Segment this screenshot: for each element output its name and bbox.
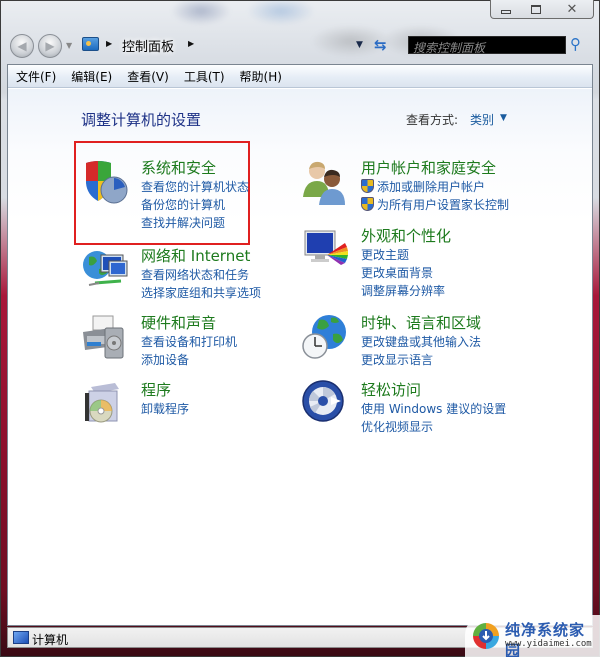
watermark-title: 纯净系统家园	[505, 621, 586, 657]
category-title-network-internet[interactable]: 网络和 Internet	[141, 245, 250, 266]
menu-view[interactable]: 查看(V)	[127, 68, 169, 85]
control-panel-icon	[82, 37, 99, 51]
link-uninstall-program[interactable]: 卸载程序	[141, 400, 189, 417]
link-add-remove-accounts-label: 添加或删除用户帐户	[377, 180, 486, 194]
ease-of-access-icon	[302, 380, 344, 422]
printer-speaker-icon	[83, 315, 124, 359]
minimize-button[interactable]	[491, 0, 521, 18]
computer-icon	[13, 631, 29, 644]
caption-buttons: ✕	[490, 0, 594, 19]
client-area: 文件(F) 编辑(E) 查看(V) 工具(T) 帮助(H) 调整计算机的设置 查…	[7, 64, 593, 626]
shield-pie-icon	[86, 161, 128, 204]
breadcrumb-separator-icon[interactable]: ▶	[106, 39, 112, 48]
link-view-network-status[interactable]: 查看网络状态和任务	[141, 266, 249, 283]
link-change-theme[interactable]: 更改主题	[361, 246, 409, 263]
link-adjust-resolution[interactable]: 调整屏幕分辨率	[361, 282, 445, 299]
category-title-appearance[interactable]: 外观和个性化	[361, 225, 451, 246]
program-box-icon	[85, 383, 119, 423]
breadcrumb-control-panel[interactable]: 控制面板	[122, 36, 174, 55]
monitor-palette-icon	[304, 230, 348, 265]
status-text: 计算机	[32, 633, 69, 647]
forward-arrow-icon: ▶	[45, 39, 55, 53]
category-title-hardware-sound[interactable]: 硬件和声音	[141, 312, 216, 333]
link-windows-recommended-settings[interactable]: 使用 Windows 建议的设置	[361, 400, 506, 417]
menu-help[interactable]: 帮助(H)	[240, 68, 282, 85]
refresh-icon[interactable]: ⇆	[374, 36, 387, 54]
view-by-label: 查看方式:	[406, 113, 459, 127]
navigation-bar: ◀ ▶ ▼ ▶ 控制面板 ▶ ▼ ⇆ ⚲	[8, 32, 594, 60]
view-by-chevron-down-icon[interactable]: ▼	[500, 113, 507, 123]
close-button[interactable]: ✕	[551, 0, 593, 18]
watermark: 纯净系统家园 www.yidaimei.com	[465, 615, 600, 657]
link-view-computer-status[interactable]: 查看您的计算机状态	[141, 178, 249, 195]
users-icon	[303, 161, 345, 205]
link-change-keyboard-input[interactable]: 更改键盘或其他输入法	[361, 333, 481, 350]
menu-bar: 文件(F) 编辑(E) 查看(V) 工具(T) 帮助(H)	[8, 65, 592, 88]
menu-edit[interactable]: 编辑(E)	[71, 68, 112, 85]
watermark-url: www.yidaimei.com	[505, 639, 592, 649]
maximize-icon	[531, 4, 541, 14]
link-backup-computer[interactable]: 备份您的计算机	[141, 196, 225, 213]
globe-clock-icon	[302, 315, 346, 359]
view-by-dropdown[interactable]: 类别	[470, 111, 494, 128]
link-change-display-language[interactable]: 更改显示语言	[361, 351, 433, 368]
menu-tools[interactable]: 工具(T)	[184, 68, 225, 85]
menu-file[interactable]: 文件(F)	[16, 68, 56, 85]
search-box	[408, 36, 566, 56]
link-add-device[interactable]: 添加设备	[141, 351, 189, 368]
link-find-fix-problems[interactable]: 查找并解决问题	[141, 214, 225, 231]
back-button[interactable]: ◀	[10, 34, 34, 58]
link-devices-printers[interactable]: 查看设备和打印机	[141, 333, 237, 350]
search-icon[interactable]: ⚲	[570, 35, 581, 53]
link-optimize-visual-display[interactable]: 优化视频显示	[361, 418, 433, 435]
category-title-system-security[interactable]: 系统和安全	[141, 157, 216, 178]
category-title-ease-of-access[interactable]: 轻松访问	[361, 379, 421, 400]
forward-button[interactable]: ▶	[38, 34, 62, 58]
control-panel-content: 调整计算机的设置 查看方式: 类别 ▼ 系统和安全 查看您的计算机状态 备份您的…	[8, 89, 592, 625]
category-title-clock-language-region[interactable]: 时钟、语言和区域	[361, 312, 481, 333]
watermark-logo-icon	[473, 623, 499, 649]
category-title-user-accounts[interactable]: 用户帐户和家庭安全	[361, 157, 496, 178]
maximize-button[interactable]	[521, 0, 551, 18]
address-dropdown-icon[interactable]: ▼	[356, 40, 363, 50]
search-input[interactable]	[409, 40, 565, 56]
link-homegroup-sharing[interactable]: 选择家庭组和共享选项	[141, 284, 261, 301]
minimize-icon	[501, 10, 511, 14]
breadcrumb-separator-icon[interactable]: ▶	[188, 39, 194, 48]
close-icon: ✕	[566, 1, 578, 17]
network-globe-icon	[83, 251, 128, 286]
page-title: 调整计算机的设置	[81, 111, 202, 129]
back-arrow-icon: ◀	[17, 39, 27, 53]
link-parental-controls-label: 为所有用户设置家长控制	[377, 198, 510, 212]
recent-pages-dropdown[interactable]: ▼	[66, 41, 72, 50]
category-title-programs[interactable]: 程序	[141, 379, 171, 400]
link-change-desktop-background[interactable]: 更改桌面背景	[361, 264, 433, 281]
